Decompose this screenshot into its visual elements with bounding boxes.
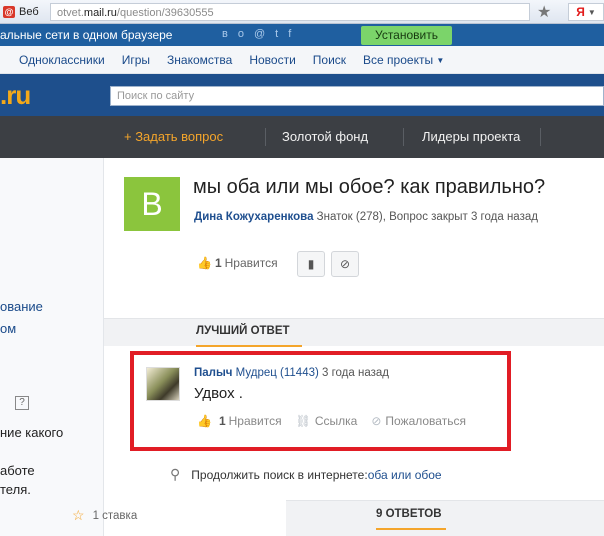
highlight-box <box>130 351 511 451</box>
browser-tab[interactable]: @ Веб <box>0 2 50 22</box>
portal-item-news[interactable]: Новости <box>249 53 295 67</box>
block-icon: ⊘ <box>339 257 351 271</box>
help-icon[interactable]: ? <box>15 396 29 410</box>
best-answer-underline <box>196 345 302 347</box>
question-author-link[interactable]: Дина Кожухаренкова <box>194 211 313 223</box>
twitter-icon: t <box>275 28 279 40</box>
sidebar-link-2[interactable]: ом <box>0 321 16 336</box>
question-like-label: Нравится <box>224 256 278 270</box>
portal-nav: Одноклассники Игры Знакомства Новости По… <box>0 46 604 74</box>
sidebar-text-1: ние какого <box>0 425 64 440</box>
tab-title: Веб <box>19 6 39 18</box>
stake-info: ☆ 1 ставка <box>72 507 137 524</box>
portal-item-search[interactable]: Поиск <box>313 53 346 67</box>
portal-item-odnoklassniki[interactable]: Одноклассники <box>19 53 105 67</box>
continue-search-text: Продолжить поиск в интернете: <box>191 467 368 482</box>
continue-search-link[interactable]: оба или обое <box>368 468 442 482</box>
question-meta-text: Знаток (278), Вопрос закрыт 3 года назад <box>313 211 538 223</box>
yandex-button[interactable]: Я ▼ <box>568 3 604 21</box>
question-meta: Дина Кожухаренкова Знаток (278), Вопрос … <box>194 211 538 223</box>
sidebar-text-2: аботе <box>0 463 35 478</box>
continue-search: ⚲ Продолжить поиск в интернете: оба или … <box>170 466 442 483</box>
header: .ru Поиск по сайту <box>0 74 604 116</box>
portal-item-games[interactable]: Игры <box>122 53 150 67</box>
mail-icon: @ <box>253 28 266 40</box>
sidebar-link-1[interactable]: ование <box>0 299 43 314</box>
question-like-button[interactable]: 👍 1 Нравится <box>197 256 278 270</box>
bookmark-star-icon[interactable]: ★ <box>537 2 551 22</box>
answers-tab-underline <box>376 528 446 530</box>
vk-icon: в <box>222 28 228 40</box>
ask-question-button[interactable]: + Задать вопрос <box>124 116 223 158</box>
url-host: mail.ru <box>83 7 117 19</box>
left-sidebar: ование ом ? ние какого аботе теля. <box>0 158 104 536</box>
best-answer-header: ЛУЧШИЙ ОТВЕТ <box>104 318 604 347</box>
stake-count: 1 ставка <box>92 509 138 522</box>
all-projects-label: Все проекты <box>363 52 434 67</box>
sidebar-text-3: теля. <box>0 482 31 497</box>
social-icons: в о @ t f <box>222 28 291 40</box>
best-answer-label: ЛУЧШИЙ ОТВЕТ <box>196 325 290 337</box>
nav-divider <box>265 128 266 146</box>
portal-item-all-projects[interactable]: Все проекты ▼ <box>363 53 444 67</box>
thumbs-up-icon: 👍 <box>197 256 212 270</box>
chevron-down-icon: ▼ <box>436 55 445 65</box>
nav-divider <box>403 128 404 146</box>
search-icon: ⚲ <box>170 466 181 482</box>
favicon-icon: @ <box>3 6 15 18</box>
question-like-count: 1 <box>214 256 222 270</box>
nav-leaders[interactable]: Лидеры проекта <box>422 116 520 158</box>
logo[interactable]: .ru <box>0 80 31 111</box>
portal-item-dating[interactable]: Знакомства <box>167 53 232 67</box>
nav-gold-fund[interactable]: Золотой фонд <box>282 116 368 158</box>
answers-tab[interactable]: 9 ОТВЕТОВ <box>286 500 604 536</box>
question-title: мы оба или мы обое? как правильно? <box>193 176 546 198</box>
install-button[interactable]: Установить <box>361 26 452 45</box>
promo-bar: альные сети в одном браузере в о @ t f У… <box>0 24 604 46</box>
search-input[interactable]: Поиск по сайту <box>110 86 604 106</box>
question-author-avatar[interactable]: В <box>124 177 180 231</box>
answers-tab-label: 9 ОТВЕТОВ <box>376 508 442 520</box>
bookmark-button[interactable]: ▮ <box>297 251 325 277</box>
block-button[interactable]: ⊘ <box>331 251 359 277</box>
nav-divider <box>540 128 541 146</box>
star-icon[interactable]: ☆ <box>72 507 85 524</box>
url-prefix: otvet. <box>57 7 84 19</box>
odnoklassniki-icon: о <box>237 28 244 40</box>
main-nav: + Задать вопрос Золотой фонд Лидеры прое… <box>0 116 604 158</box>
facebook-icon: f <box>288 28 292 40</box>
promo-text: альные сети в одном браузере <box>0 28 173 42</box>
url-field[interactable]: otvet.mail.ru/question/39630555 <box>50 3 530 21</box>
chevron-down-icon: ▼ <box>587 7 596 17</box>
bookmark-icon: ▮ <box>307 257 315 271</box>
yandex-icon: Я <box>576 5 585 19</box>
browser-address-bar: @ Веб otvet.mail.ru/question/39630555 ★ … <box>0 0 604 24</box>
url-path: /question/39630555 <box>116 7 214 19</box>
